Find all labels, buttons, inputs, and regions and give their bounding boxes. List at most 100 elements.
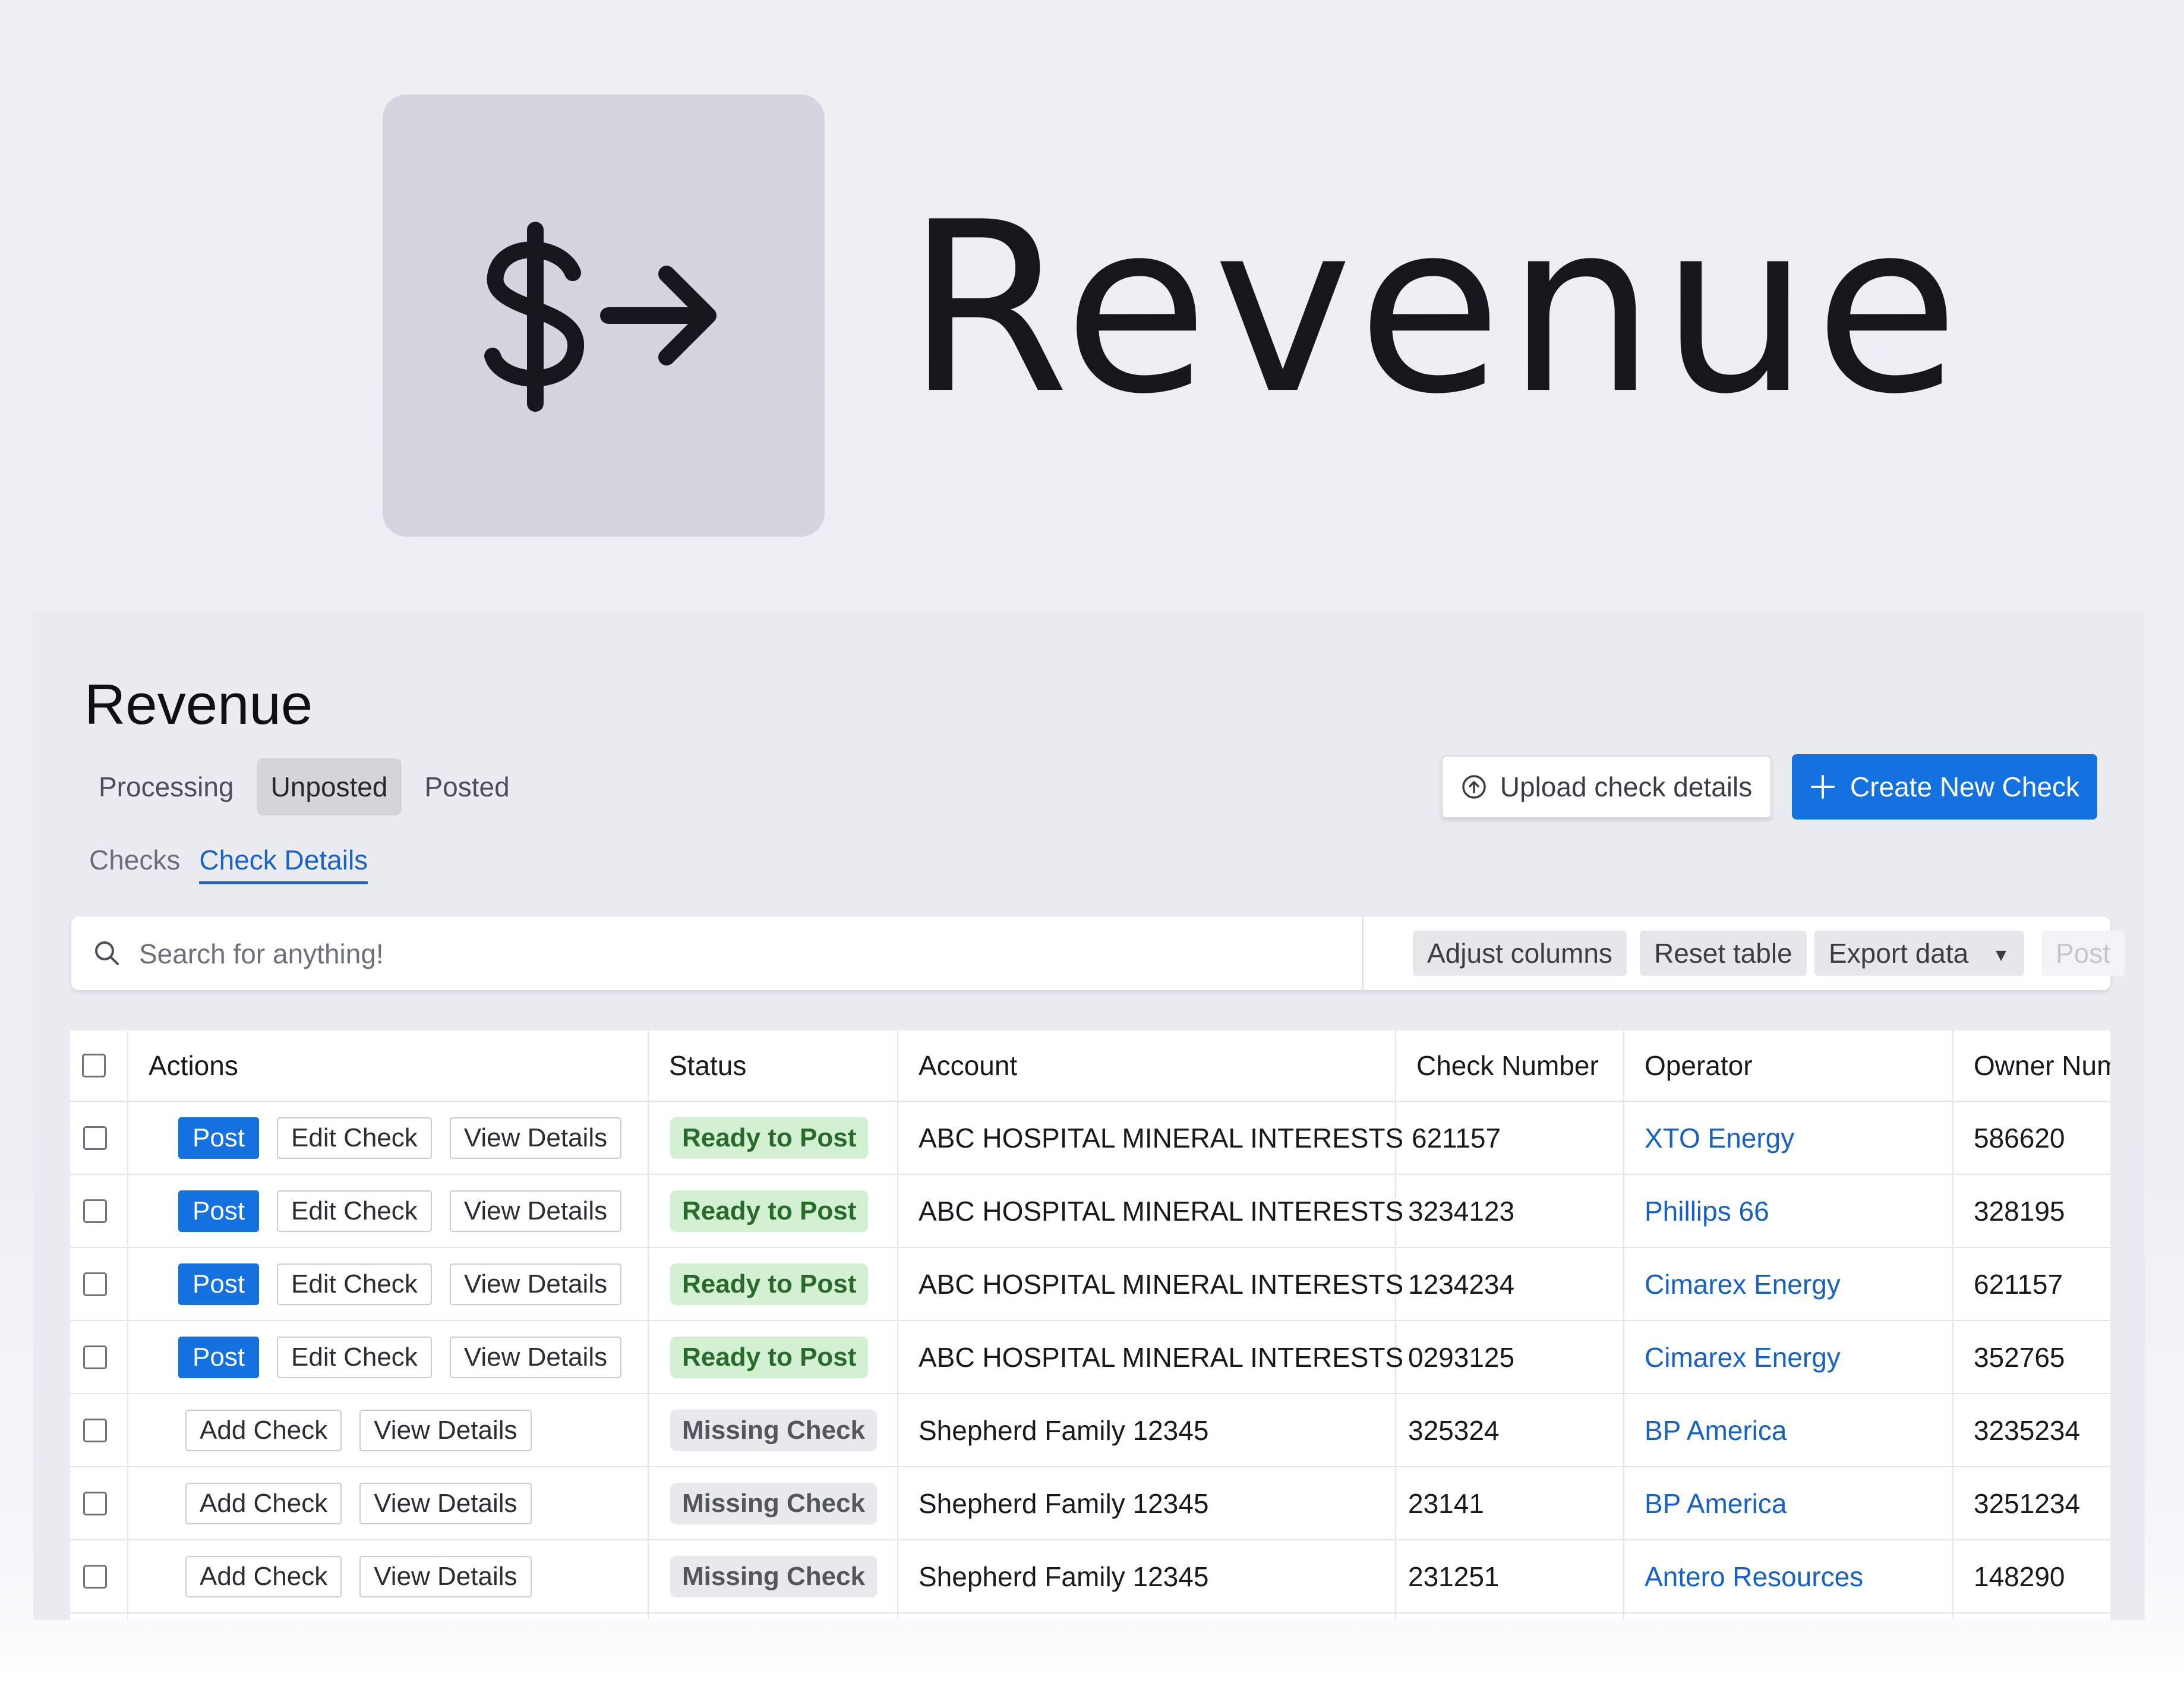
add-check-button[interactable]: Add Check [185,1555,342,1597]
row-actions: Post Edit Check View Details [178,1175,639,1247]
status-badge: Ready to Post [670,1263,869,1305]
check-details-table: Actions Status Account Check Number Oper… [70,1031,2110,1620]
caret-down-icon: ▼ [1992,945,2010,965]
account-cell: Shepherd Family 12345 [919,1488,1209,1519]
check-number-cell: 621157 [1412,1122,1501,1154]
row-checkbox-cell [83,1175,107,1247]
view-details-button[interactable]: View Details [359,1409,532,1451]
row-actions: Add Check View Details [185,1540,550,1612]
hero-title: Revenue [906,172,1964,446]
table-row: Post Edit Check View Details Ready to Po… [70,1321,2110,1394]
edit-check-button[interactable]: Edit Check [277,1190,432,1232]
upload-check-details-button[interactable]: Upload check details [1441,755,1772,818]
row-checkbox-cell [83,1248,107,1320]
export-data-dropdown[interactable]: Export data ▼ [1814,931,2024,976]
operator-link[interactable]: XTO Energy [1645,1102,1794,1174]
check-number-cell: 23141 [1408,1488,1484,1519]
create-button-label: Create New Check [1850,771,2080,802]
tab-processing[interactable]: Processing [84,758,248,815]
post-button[interactable]: Post [178,1117,260,1159]
account-cell: ABC HOSPITAL MINERAL INTERESTS [919,1195,1404,1227]
view-details-button[interactable]: View Details [449,1336,622,1378]
edit-check-button[interactable]: Edit Check [277,1117,432,1159]
upload-button-label: Upload check details [1500,771,1753,802]
status-badge: Missing Check [670,1482,878,1524]
post-button[interactable]: Post [178,1336,260,1378]
check-number-cell: 1234234 [1408,1268,1515,1300]
post-button[interactable]: Post [178,1263,260,1305]
status-badge: Ready to Post [670,1117,869,1159]
header-operator[interactable]: Operator [1645,1031,1753,1101]
add-check-button[interactable]: Add Check [185,1409,342,1451]
operator-link[interactable]: Antero Resources [1645,1540,1863,1612]
table-header-row: Actions Status Account Check Number Oper… [70,1031,2110,1102]
row-checkbox[interactable] [83,1345,107,1369]
row-checkbox-cell [83,1102,107,1174]
check-number-cell: 231251 [1408,1561,1500,1592]
row-actions: Add Check View Details [185,1394,550,1466]
search-icon [95,941,119,965]
header-owner-number[interactable]: Owner Numbe [1974,1031,2110,1101]
status-cell: Ready to Post [670,1321,869,1393]
header-check-number[interactable]: Check Number [1416,1031,1599,1101]
operator-link[interactable]: BP America [1645,1467,1787,1539]
row-checkbox[interactable] [83,1199,107,1223]
header-checkbox-cell [82,1031,106,1101]
post-selected-button[interactable]: Post [2041,931,2125,976]
view-details-button[interactable]: View Details [449,1190,622,1232]
post-button[interactable]: Post [178,1190,260,1232]
select-all-checkbox[interactable] [82,1054,106,1077]
operator-link[interactable]: Cimarex Energy [1645,1248,1841,1320]
tab-checks[interactable]: Checks [89,839,180,884]
reset-table-button[interactable]: Reset table [1640,931,1807,976]
view-details-button[interactable]: View Details [449,1117,622,1159]
row-checkbox[interactable] [83,1418,107,1442]
operator-link[interactable]: Phillips 66 [1645,1175,1769,1247]
view-details-button[interactable]: View Details [359,1555,532,1597]
view-details-button[interactable]: View Details [449,1263,622,1305]
dollar-arrow-right-icon [484,222,717,412]
operator-link[interactable]: Cimarex Energy [1645,1321,1841,1393]
owner-number-cell: 148290 [1974,1561,2065,1592]
owner-number-cell: 621157 [1974,1268,2063,1300]
status-cell: Ready to Post [670,1102,869,1174]
row-checkbox[interactable] [83,1564,107,1589]
account-cell: Shepherd Family 12345 [919,1414,1209,1446]
row-checkbox[interactable] [83,1491,107,1515]
owner-number-cell: 586620 [1974,1122,2065,1154]
edit-check-button[interactable]: Edit Check [277,1263,432,1305]
edit-check-button[interactable]: Edit Check [277,1336,432,1378]
header-status[interactable]: Status [669,1031,746,1101]
search-input[interactable] [138,929,1328,978]
row-checkbox-cell [83,1394,107,1466]
adjust-columns-button[interactable]: Adjust columns [1413,931,1627,976]
export-data-label: Export data [1829,938,1969,969]
owner-number-cell: 3251234 [1974,1488,2081,1519]
header-actions[interactable]: Actions [149,1031,238,1101]
status-cell: Missing Check [670,1467,878,1539]
row-checkbox[interactable] [83,1126,107,1150]
check-number-cell: 0293125 [1408,1341,1515,1373]
table-row: Post Edit Check View Details Ready to Po… [70,1102,2110,1175]
status-badge: Ready to Post [670,1190,869,1232]
plus-icon [1810,775,1835,799]
tab-posted[interactable]: Posted [410,758,523,815]
tab-unposted[interactable]: Unposted [256,758,402,815]
row-actions: Add Check View Details [185,1467,550,1539]
status-badge: Missing Check [670,1409,878,1451]
status-badge: Ready to Post [670,1336,869,1378]
upload-cloud-icon [1462,775,1486,799]
create-new-check-button[interactable]: Create New Check [1792,754,2097,820]
add-check-button[interactable]: Add Check [185,1482,342,1524]
row-checkbox[interactable] [83,1272,107,1296]
header-account[interactable]: Account [919,1031,1017,1101]
row-checkbox-cell [83,1540,107,1612]
status-cell: Ready to Post [670,1248,869,1320]
operator-link[interactable]: BP America [1645,1394,1787,1466]
tab-check-details[interactable]: Check Details [199,839,368,884]
view-details-button[interactable]: View Details [359,1482,532,1524]
table-row: Add Check View Details Missing Check She… [70,1467,2110,1540]
account-cell: ABC HOSPITAL MINERAL INTERESTS [919,1268,1404,1300]
table-row: Add Check View Details Missing Check She… [70,1540,2110,1614]
table-row [70,1614,2110,1620]
